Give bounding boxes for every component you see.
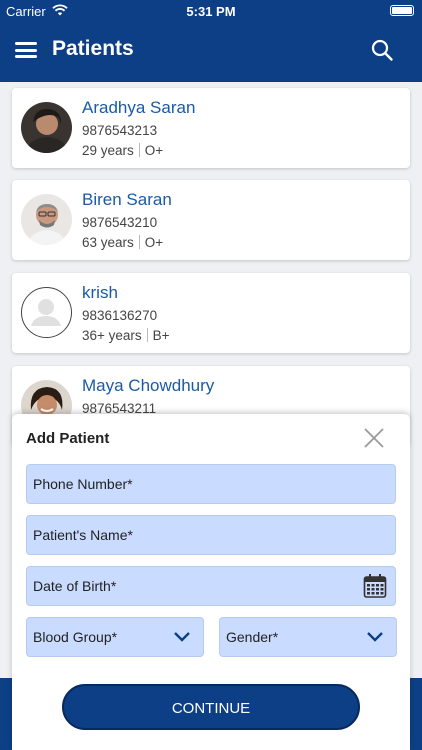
patient-meta: 63 years O+ [82, 235, 163, 250]
continue-button[interactable]: CONTINUE [62, 684, 360, 730]
patient-phone: 9836136270 [82, 308, 158, 323]
phone-number-field[interactable]: Phone Number* [26, 464, 396, 504]
status-time: 5:31 PM [186, 4, 236, 19]
date-of-birth-field[interactable]: Date of Birth* [26, 566, 396, 606]
patient-avatar [21, 102, 72, 153]
patient-name[interactable]: Maya Chowdhury [82, 376, 214, 396]
menu-icon[interactable] [15, 42, 37, 58]
navigation-bar: Patients [0, 28, 422, 72]
default-avatar-icon [21, 287, 72, 338]
add-patient-dialog: Add Patient Phone Number* Patient's Name… [12, 414, 410, 750]
gender-select[interactable]: Gender* [219, 617, 397, 657]
patient-name[interactable]: krish [82, 283, 118, 303]
patient-avatar [21, 194, 72, 245]
patient-name-placeholder: Patient's Name* [33, 527, 133, 543]
patient-card[interactable]: krish 9836136270 36+ years B+ [12, 273, 410, 353]
page-title: Patients [52, 37, 134, 60]
blood-group-placeholder: Blood Group* [33, 629, 118, 645]
patient-phone: 9876543213 [82, 123, 158, 138]
patient-blood-group: O+ [144, 235, 164, 250]
patient-age: 36+ years [82, 328, 142, 343]
patient-name[interactable]: Biren Saran [82, 190, 172, 210]
patient-card[interactable]: Biren Saran 9876543210 63 years O+ [12, 180, 410, 260]
gender-placeholder: Gender* [226, 629, 279, 645]
patient-name-field[interactable]: Patient's Name* [26, 515, 396, 555]
patient-blood-group: O+ [144, 143, 164, 158]
chevron-down-icon [174, 632, 190, 642]
dialog-title: Add Patient [26, 430, 110, 447]
date-of-birth-placeholder: Date of Birth* [33, 578, 117, 594]
top-bar: Carrier 5:31 PM Patients [0, 0, 422, 82]
close-icon[interactable] [362, 426, 386, 450]
patient-phone: 9876543210 [82, 215, 158, 230]
status-bar: Carrier 5:31 PM [0, 0, 422, 22]
patient-card[interactable]: Aradhya Saran 9876543213 29 years O+ [12, 88, 410, 168]
battery-icon [390, 5, 414, 16]
chevron-down-icon [367, 632, 383, 642]
patient-age: 63 years [82, 235, 134, 250]
patient-age: 29 years [82, 143, 134, 158]
phone-number-placeholder: Phone Number* [33, 476, 133, 492]
patient-name[interactable]: Aradhya Saran [82, 98, 195, 118]
blood-group-select[interactable]: Blood Group* [26, 617, 204, 657]
patient-meta: 36+ years B+ [82, 328, 170, 343]
search-icon[interactable] [370, 38, 394, 62]
calendar-icon[interactable] [363, 573, 387, 599]
patient-meta: 29 years O+ [82, 143, 163, 158]
patient-blood-group: B+ [152, 328, 170, 343]
